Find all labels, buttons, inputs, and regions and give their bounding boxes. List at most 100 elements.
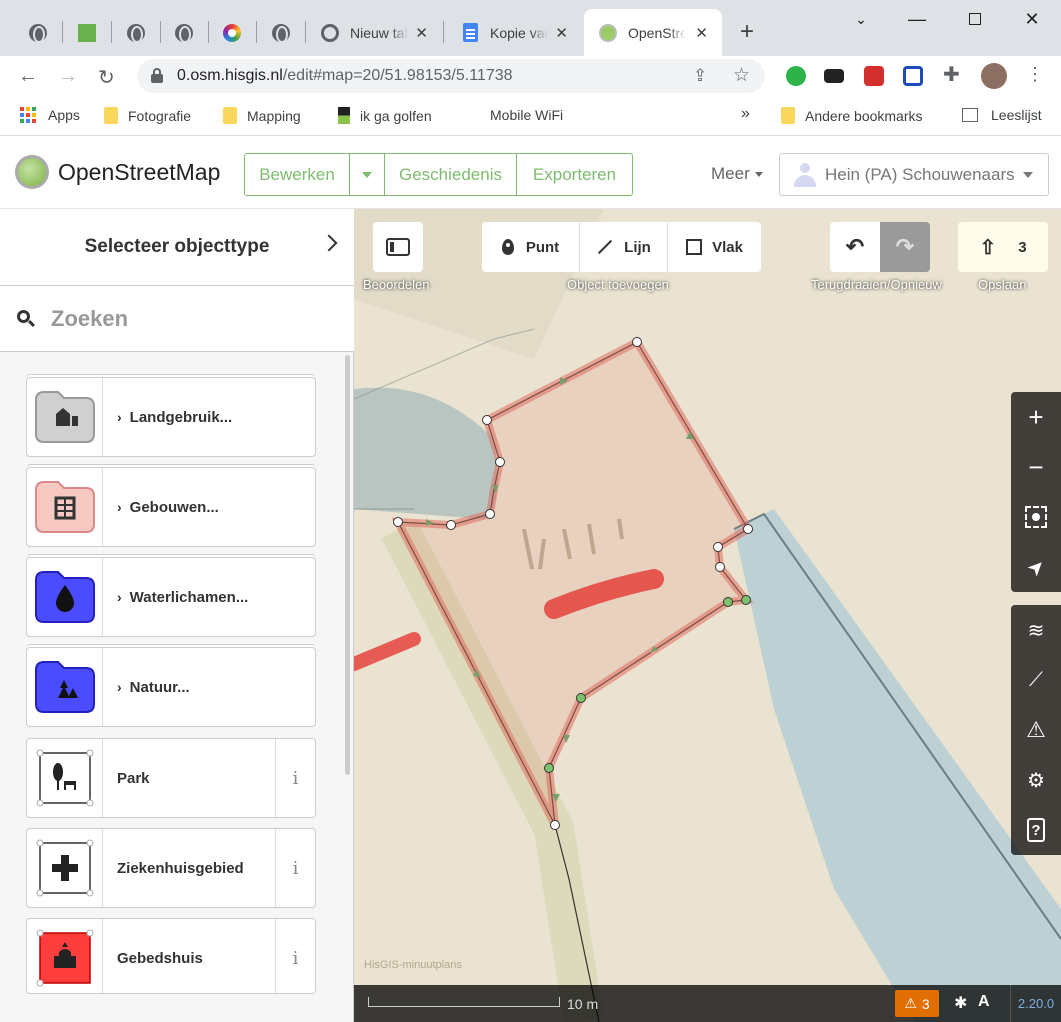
preset-place-of-worship[interactable]: Gebedshuis i bbox=[26, 918, 316, 994]
tab-1[interactable] bbox=[14, 9, 58, 56]
url-field[interactable]: 0.osm.hisgis.nl/edit#map=20/51.98153/5.1… bbox=[137, 59, 765, 93]
redo-button[interactable]: ↷ bbox=[880, 222, 930, 272]
maximize-button[interactable] bbox=[946, 0, 1004, 38]
search-input[interactable]: Zoeken bbox=[51, 306, 128, 332]
tab-openstreetmap[interactable]: OpenStreetMap ✕ bbox=[584, 9, 722, 56]
preset-info-button[interactable]: i bbox=[275, 739, 315, 817]
tab-search-icon[interactable]: ⌄ bbox=[832, 0, 890, 38]
close-tab-icon[interactable]: ✕ bbox=[555, 24, 568, 42]
nature-folder-icon bbox=[34, 661, 95, 713]
bookmark-star-icon[interactable]: ☆ bbox=[733, 64, 750, 87]
minimize-button[interactable]: — bbox=[888, 0, 946, 38]
user-menu[interactable]: Hein (PA) Schouwenaars bbox=[779, 153, 1049, 196]
more-menu[interactable]: Meer bbox=[711, 164, 763, 184]
help-button[interactable]: ? bbox=[1011, 805, 1061, 855]
tab-4[interactable] bbox=[160, 9, 204, 56]
evernote-icon[interactable] bbox=[786, 66, 806, 86]
preset-icon-box bbox=[27, 648, 103, 726]
add-line-button[interactable]: Lijn bbox=[579, 222, 667, 272]
preset-category-buildings[interactable]: › Gebouwen... bbox=[26, 467, 316, 547]
chevron-right-icon[interactable] bbox=[320, 234, 338, 252]
tab-5[interactable] bbox=[208, 9, 252, 56]
extension-icon[interactable] bbox=[903, 66, 923, 86]
bookmarks-overflow-button[interactable]: » bbox=[741, 105, 750, 123]
sidebar-title: Selecteer objecttype bbox=[84, 236, 270, 257]
preferences-panel-button[interactable]: ⚙ bbox=[1011, 755, 1061, 805]
zoom-out-button[interactable]: − bbox=[1011, 442, 1061, 492]
bug-report-icon[interactable]: ✱ bbox=[954, 993, 967, 1013]
preset-search[interactable]: Zoeken bbox=[0, 286, 354, 352]
edit-dropdown-button[interactable] bbox=[349, 153, 385, 196]
preset-hospital[interactable]: Ziekenhuisgebied i bbox=[26, 828, 316, 908]
review-label: Beoordelen bbox=[363, 277, 430, 292]
reload-button[interactable]: ↻ bbox=[98, 65, 115, 90]
preset-label: › Landgebruik... bbox=[117, 408, 233, 426]
sidebar-toggle-icon bbox=[386, 238, 410, 256]
reading-list-icon bbox=[962, 108, 978, 122]
map-data-icon: ⟋ bbox=[1029, 668, 1043, 691]
close-tab-icon[interactable]: ✕ bbox=[415, 24, 428, 42]
tab-docs[interactable]: Kopie van ✕ bbox=[446, 9, 582, 56]
bookmark-apps[interactable]: Apps bbox=[20, 107, 80, 123]
avatar[interactable] bbox=[981, 63, 1007, 89]
bookmarks-bar: Apps Fotografie Mapping ik ga golfen Mob… bbox=[0, 96, 1061, 136]
bookmark-golfen[interactable]: ik ga golfen bbox=[338, 107, 432, 124]
bookmark-mobile-wifi[interactable]: Mobile WiFi bbox=[490, 107, 563, 123]
add-point-button[interactable]: Punt bbox=[482, 222, 579, 272]
tab-6[interactable] bbox=[257, 9, 301, 56]
forward-button[interactable]: → bbox=[58, 65, 78, 88]
preset-info-button[interactable]: i bbox=[275, 919, 315, 993]
redo-icon: ↷ bbox=[895, 234, 915, 259]
geolocate-button[interactable]: ➤ bbox=[1011, 542, 1061, 592]
warning-icon: ⚠ bbox=[904, 995, 917, 1011]
preset-category-water[interactable]: › Waterlichamen... bbox=[26, 557, 316, 637]
undo-icon: ↶ bbox=[845, 234, 865, 259]
tab-new[interactable]: Nieuw tabblad ✕ bbox=[306, 9, 442, 56]
bookmark-andere[interactable]: Andere bookmarks bbox=[781, 107, 923, 124]
help-icon: ? bbox=[1027, 818, 1045, 842]
save-button[interactable]: ⇧ 3 bbox=[958, 222, 1048, 272]
undo-button[interactable]: ↶ bbox=[830, 222, 880, 272]
lock-icon bbox=[151, 68, 163, 83]
preset-label: › Natuur... bbox=[117, 678, 190, 696]
bookmark-fotografie[interactable]: Fotografie bbox=[104, 107, 191, 124]
close-tab-icon[interactable]: ✕ bbox=[695, 24, 708, 42]
osm-logo[interactable]: OpenStreetMap bbox=[15, 155, 220, 189]
preset-category-landuse[interactable]: › Landgebruik... bbox=[26, 377, 316, 457]
new-tab-button[interactable]: + bbox=[740, 18, 754, 46]
preset-info-button[interactable]: i bbox=[275, 829, 315, 907]
map-data-panel-button[interactable]: ⟋ bbox=[1011, 655, 1061, 705]
preset-icon-box bbox=[27, 378, 103, 456]
export-button[interactable]: Exporteren bbox=[516, 153, 633, 196]
zoom-in-button[interactable]: + bbox=[1011, 392, 1061, 442]
close-window-button[interactable]: ✕ bbox=[1003, 0, 1061, 38]
review-toggle-button[interactable] bbox=[373, 222, 423, 272]
buildings-folder-icon bbox=[34, 481, 95, 533]
sidebar-scrollbar[interactable] bbox=[345, 355, 350, 775]
preset-park[interactable]: Park i bbox=[26, 738, 316, 818]
share-icon[interactable]: ⇪ bbox=[693, 66, 707, 86]
mail-icon[interactable] bbox=[824, 69, 844, 83]
zoom-to-selection-button[interactable] bbox=[1011, 492, 1061, 542]
issues-badge[interactable]: ⚠ 3 bbox=[895, 990, 939, 1017]
warning-icon: ⚠ bbox=[1026, 717, 1046, 742]
scale-bar[interactable] bbox=[368, 997, 560, 1007]
acrobat-icon[interactable] bbox=[864, 66, 884, 86]
tab-2[interactable] bbox=[63, 9, 107, 56]
bookmark-mapping[interactable]: Mapping bbox=[223, 107, 301, 124]
preset-category-nature[interactable]: › Natuur... bbox=[26, 647, 316, 727]
version-label[interactable]: 2.20.0 bbox=[1010, 985, 1061, 1022]
reading-list[interactable]: Leeslijst bbox=[962, 107, 1042, 123]
back-button[interactable]: ← bbox=[18, 65, 38, 88]
add-area-button[interactable]: Vlak bbox=[667, 222, 761, 272]
edit-button[interactable]: Bewerken bbox=[244, 153, 350, 196]
map-canvas[interactable]: Beoordelen Punt Lijn Vlak Object toevoeg… bbox=[354, 209, 1061, 1022]
history-button[interactable]: Geschiedenis bbox=[384, 153, 517, 196]
tab-3[interactable] bbox=[112, 9, 156, 56]
translate-icon[interactable]: A bbox=[978, 993, 990, 1011]
background-panel-button[interactable]: ≋ bbox=[1011, 605, 1061, 655]
puzzle-icon[interactable]: ✚ bbox=[943, 62, 963, 86]
issues-panel-button[interactable]: ⚠ bbox=[1011, 705, 1061, 755]
hospital-icon bbox=[36, 839, 93, 897]
browser-menu-icon[interactable]: ⋮ bbox=[1026, 64, 1046, 84]
